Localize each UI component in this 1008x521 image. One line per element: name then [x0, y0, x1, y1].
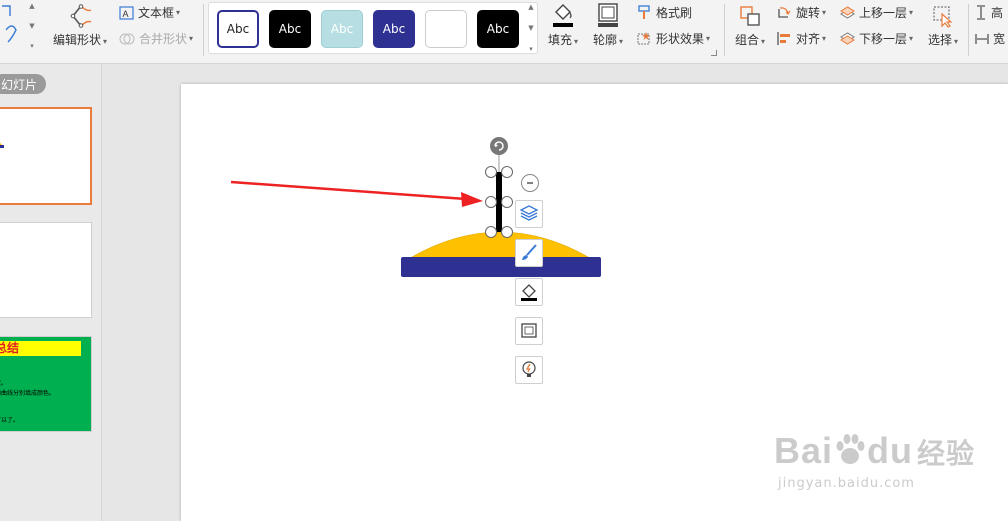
- resize-handle-middle-right[interactable]: [501, 196, 513, 208]
- effects-float-button[interactable]: [515, 356, 543, 384]
- resize-handle-top-left[interactable]: [485, 166, 497, 178]
- resize-handle-top-right[interactable]: [501, 166, 513, 178]
- baidu-brand-cn: 经验: [917, 438, 976, 469]
- lightbulb-icon: [522, 361, 536, 377]
- resize-handle-bottom-right[interactable]: [501, 226, 513, 238]
- hat-crown-shape[interactable]: [409, 231, 591, 259]
- resize-handle-middle-left[interactable]: [485, 196, 497, 208]
- hat-brim-shape[interactable]: [401, 257, 601, 277]
- baidu-brand-text-1: Bai: [774, 430, 834, 471]
- baidu-brand-text-2: du: [867, 430, 914, 471]
- collapse-toolbar-button[interactable]: [521, 174, 539, 192]
- layers-icon: [519, 205, 539, 221]
- style-brush-float-button[interactable]: [515, 239, 543, 267]
- rotation-handle[interactable]: [490, 137, 508, 155]
- baidu-paw-icon: [836, 434, 865, 464]
- baidu-watermark: Bai du 经验 jingyan.baidu.com: [770, 418, 1000, 498]
- baidu-watermark-url: jingyan.baidu.com: [778, 476, 915, 491]
- fill-float-icon: [521, 284, 537, 301]
- minus-icon: [527, 182, 533, 184]
- red-annotation-arrow: [230, 180, 483, 207]
- outline-float-icon: [521, 323, 537, 338]
- baidu-watermark-brand: Bai du 经验: [774, 430, 975, 472]
- brush-icon: [522, 244, 537, 260]
- resize-handle-bottom-left[interactable]: [485, 226, 497, 238]
- fill-float-button[interactable]: [515, 278, 543, 306]
- outline-float-button[interactable]: [515, 317, 543, 345]
- layers-float-button[interactable]: [515, 200, 543, 228]
